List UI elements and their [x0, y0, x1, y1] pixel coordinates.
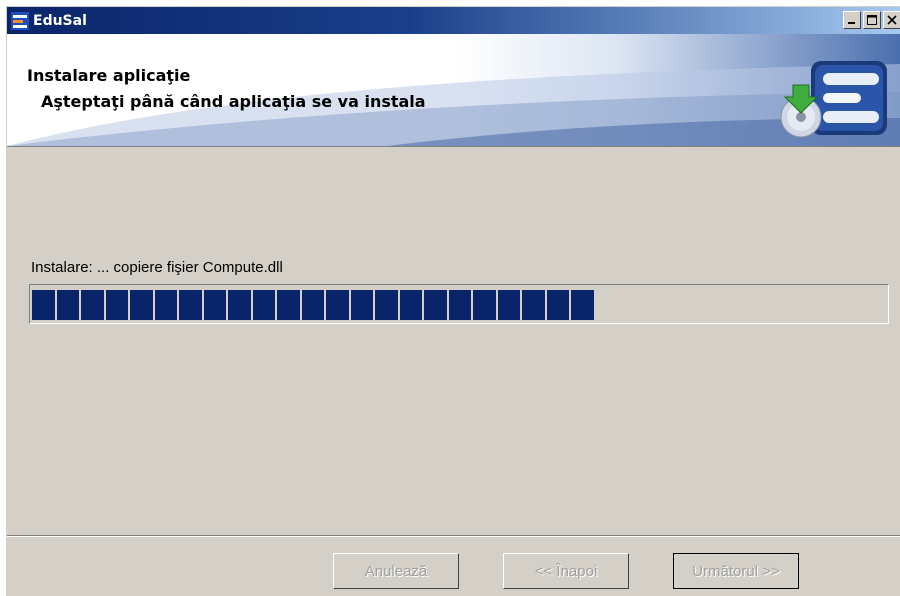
install-progress-bar	[29, 284, 889, 324]
progress-segment	[375, 290, 398, 320]
progress-segment	[497, 290, 520, 320]
progress-segment	[399, 290, 422, 320]
progress-segment	[301, 290, 324, 320]
wizard-header: Instalare aplicaţie Aşteptaţi până când …	[7, 34, 900, 147]
maximize-button[interactable]	[863, 11, 881, 29]
installer-window: EduSal Instalare aplicaţie Aşteptaţi pân…	[6, 6, 900, 596]
progress-segment	[203, 290, 226, 320]
progress-segment	[571, 290, 594, 320]
minimize-icon	[848, 22, 855, 24]
progress-segment	[424, 290, 447, 320]
header-background-wave	[7, 64, 900, 146]
progress-fill	[32, 290, 886, 320]
cancel-button-label: Anulează	[364, 562, 428, 580]
progress-segment	[32, 290, 55, 320]
footer-divider	[7, 535, 900, 537]
close-button[interactable]	[883, 11, 900, 29]
progress-segment	[81, 290, 104, 320]
header-title: Instalare aplicaţie	[27, 66, 191, 85]
edusal-app-icon	[11, 11, 29, 30]
progress-segment	[179, 290, 202, 320]
maximize-icon	[867, 15, 877, 25]
title-bar[interactable]: EduSal	[7, 7, 900, 34]
progress-segment	[277, 290, 300, 320]
progress-segment	[130, 290, 153, 320]
install-disc-logo-icon	[780, 61, 887, 138]
install-status-text: Instalare: ... copiere fişier Compute.dl…	[31, 259, 283, 276]
close-icon	[887, 15, 897, 25]
minimize-button[interactable]	[843, 11, 861, 29]
progress-segment	[350, 290, 373, 320]
progress-segment	[105, 290, 128, 320]
back-button-label: << Înapoi	[534, 562, 598, 580]
progress-segment	[473, 290, 496, 320]
title-bar-buttons	[841, 11, 900, 29]
progress-segment	[546, 290, 569, 320]
header-subtitle: Aşteptaţi până când aplicaţia se va inst…	[41, 92, 426, 111]
progress-segment	[448, 290, 471, 320]
progress-segment	[154, 290, 177, 320]
progress-segment	[228, 290, 251, 320]
progress-segment	[252, 290, 275, 320]
window-title: EduSal	[33, 12, 87, 29]
progress-segment	[522, 290, 545, 320]
next-button[interactable]: Următorul >>	[673, 553, 799, 589]
progress-segment	[326, 290, 349, 320]
progress-segment	[56, 290, 79, 320]
cancel-button[interactable]: Anulează	[333, 553, 459, 589]
next-button-label: Următorul >>	[692, 562, 780, 580]
back-button[interactable]: << Înapoi	[503, 553, 629, 589]
